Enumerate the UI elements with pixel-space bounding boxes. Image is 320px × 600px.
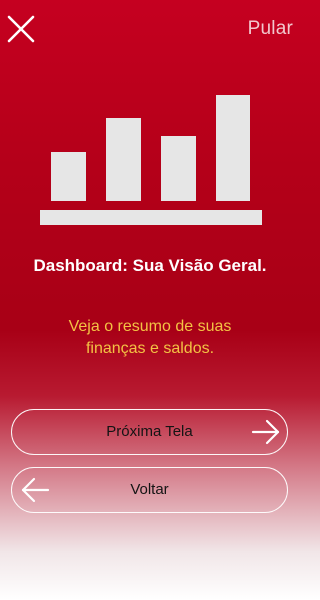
back-label: Voltar	[130, 481, 169, 498]
next-screen-button[interactable]: Próxima Tela	[11, 409, 288, 455]
hero-bar-4	[216, 95, 250, 201]
hero-baseline	[40, 210, 262, 225]
skip-button[interactable]: Pular	[248, 18, 293, 40]
page-title: Dashboard: Sua Visão Geral.	[33, 256, 267, 275]
bar-chart-illustration	[40, 95, 262, 227]
hero-bar-2	[106, 118, 141, 201]
subtitle-line-2: finanças e saldos.	[85, 340, 215, 357]
bar-chart-icon	[40, 95, 262, 225]
next-screen-label: Próxima Tela	[106, 423, 193, 440]
back-button[interactable]: Voltar	[11, 467, 288, 513]
subtitle-line-1: Veja o resumo de suas	[68, 318, 232, 335]
hero-bar-1	[51, 152, 86, 201]
page-subtitle: Veja o resumo de suas finanças e saldos.	[40, 316, 260, 360]
hero-bar-3	[161, 136, 196, 201]
close-icon	[7, 15, 35, 43]
arrow-right-icon	[251, 419, 281, 445]
close-button[interactable]	[6, 14, 36, 44]
